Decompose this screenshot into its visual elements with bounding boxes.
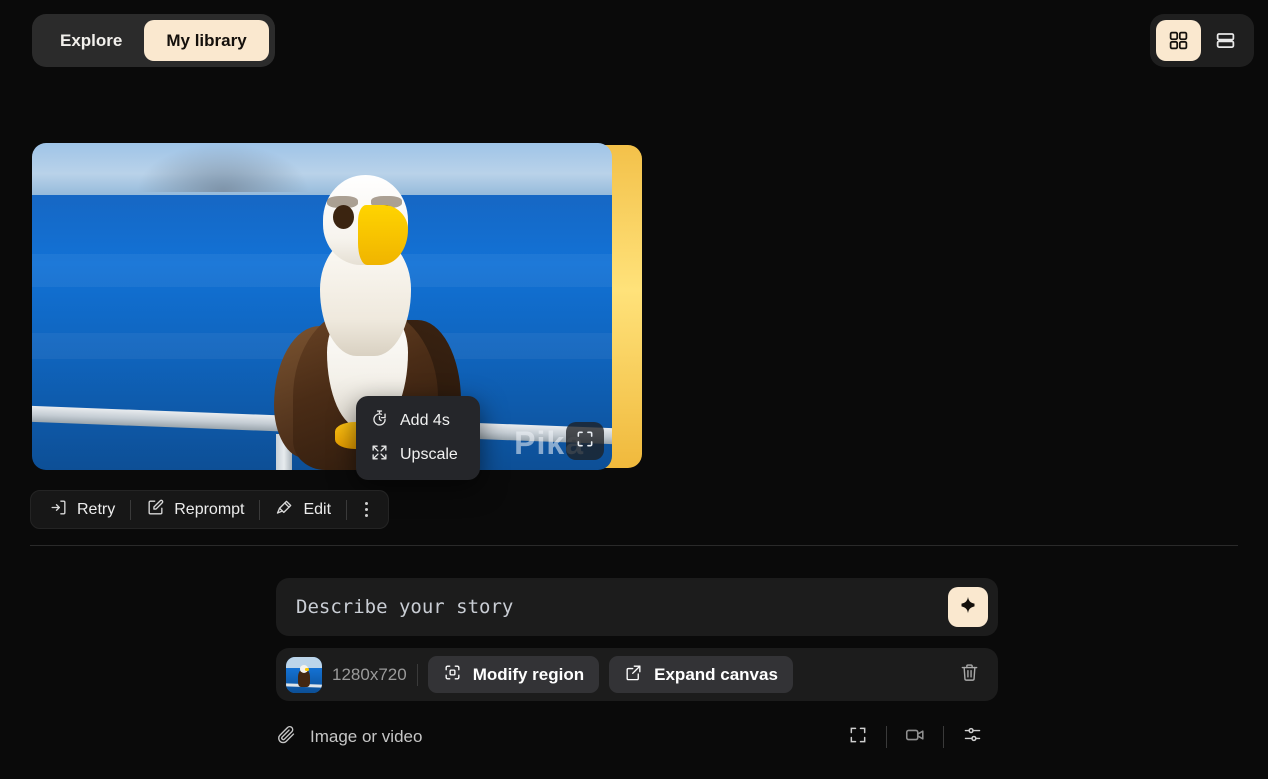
more-options-button[interactable] [352,494,380,525]
expand-canvas-button[interactable]: Expand canvas [609,656,793,693]
expand-canvas-label: Expand canvas [654,664,778,684]
divider [130,499,132,520]
trash-icon [959,662,980,688]
menu-item-label: Upscale [400,446,458,463]
attach-media-button[interactable]: Image or video [276,724,422,750]
grid-view-button[interactable] [1156,20,1201,61]
retry-label: Retry [77,500,116,518]
view-mode-toggle [1150,14,1254,67]
edit-square-icon [146,498,165,522]
video-mode-button[interactable] [895,720,935,754]
asset-toolbar: 1280x720 Modify region Expand canvas [276,648,998,701]
prompt-box [276,578,998,636]
composer: 1280x720 Modify region [276,578,998,759]
composer-tools [838,720,992,754]
aspect-ratio-icon [575,429,595,454]
retry-button[interactable]: Retry [39,494,125,525]
card-aspect-ratio-button[interactable] [566,422,604,460]
card-context-menu: Add 4s Upscale [356,396,480,480]
eagle-photo [32,143,612,470]
primary-nav: Explore My library [32,14,275,67]
generation-card[interactable]: Pika [32,143,642,470]
composer-footer: Image or video [276,715,998,759]
timer-icon [370,409,389,433]
menu-item-label: Add 4s [400,412,450,429]
paintbrush-icon [275,498,294,522]
crop-frame-icon [443,663,462,687]
edit-label: Edit [303,500,332,518]
delete-asset-button[interactable] [954,660,984,690]
divider [943,726,944,748]
reprompt-label: Reprompt [174,500,245,518]
asset-thumbnail[interactable] [286,656,322,693]
aspect-ratio-button[interactable] [838,720,878,754]
app-root: Explore My library Pika Add 4s Upscale R… [0,0,1268,779]
video-camera-icon [904,724,926,751]
menu-item-upscale[interactable]: Upscale [356,438,480,472]
expand-box-icon [624,663,643,687]
expand-arrows-icon [370,443,389,467]
grid-icon [1168,30,1189,51]
prompt-input[interactable] [296,596,948,618]
divider [416,663,418,686]
generate-button[interactable] [948,587,988,627]
divider [886,726,887,748]
aspect-ratio-icon [848,725,868,750]
edit-button[interactable]: Edit [265,494,341,525]
retry-icon [49,498,68,522]
section-divider [30,545,1238,546]
top-bar: Explore My library [0,0,1268,82]
modify-region-label: Modify region [472,664,585,684]
media-preview[interactable]: Pika [32,143,612,470]
attach-label: Image or video [310,727,423,746]
card-action-bar: Retry Reprompt Edit [30,490,390,529]
divider [259,499,261,520]
sidebar-item-explore[interactable]: Explore [38,20,144,61]
resolution-label: 1280x720 [332,664,407,684]
sparkle-icon [958,595,978,620]
list-icon [1215,30,1236,51]
list-view-button[interactable] [1203,20,1248,61]
paperclip-icon [276,724,297,750]
settings-button[interactable] [952,720,992,754]
modify-region-button[interactable]: Modify region [427,656,600,693]
divider [346,499,348,520]
menu-item-add-4s[interactable]: Add 4s [356,404,480,438]
settings-sliders-icon [962,724,983,750]
sidebar-item-my-library[interactable]: My library [144,20,269,61]
reprompt-button[interactable]: Reprompt [136,494,254,525]
